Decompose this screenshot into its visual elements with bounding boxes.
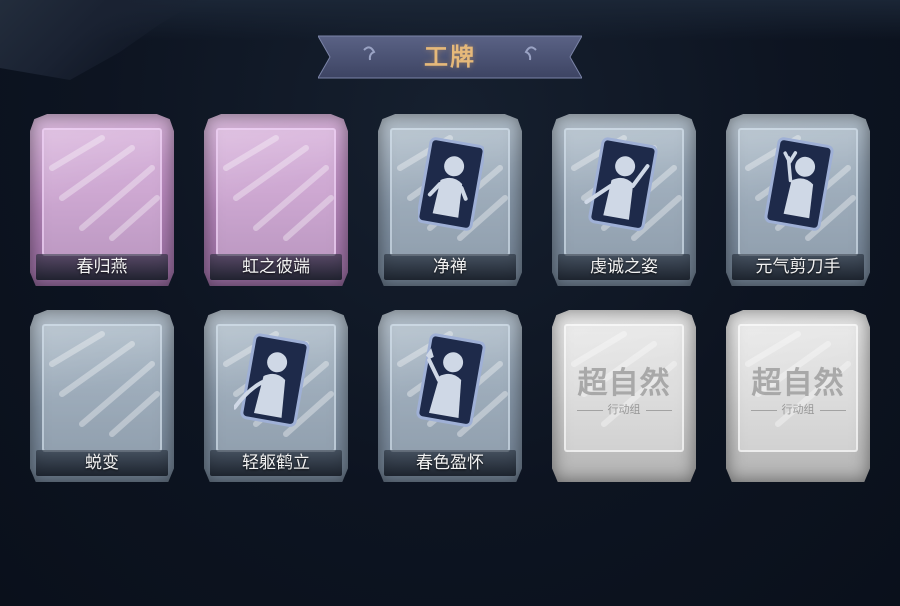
badge-card-8[interactable]: 春色盈怀 [378,310,522,482]
badge-card-10[interactable]: 超自然 行动组 [726,310,870,482]
page-title: 工牌 [424,43,476,71]
card-label: 虔诚之姿 [590,257,658,277]
figure-card-icon [764,137,834,231]
badge-card-3[interactable]: 净禅 [378,114,522,286]
card-label: 轻躯鹤立 [242,453,310,473]
card-label: 蜕变 [85,453,119,473]
card-label: 春色盈怀 [416,453,484,473]
logo-title: 超自然 [577,366,671,401]
badge-card-5[interactable]: 元气剪刀手 [726,114,870,286]
card-label: 春归燕 [76,257,128,277]
badge-card-2[interactable]: 虹之彼端 [204,114,348,286]
figure-card-icon [418,137,484,231]
scratch-texture-icon [49,135,160,241]
badge-card-7[interactable]: 轻躯鹤立 [204,310,348,482]
supernatural-logo: 超自然 行动组 [560,366,688,436]
figure-card-icon [234,333,310,427]
badge-card-4[interactable]: 虔诚之姿 [552,114,696,286]
badge-collection-screen: 工牌 春归燕 虹之彼端 净禅 虔诚之姿 元气剪刀手 蜕变 轻躯鹤立 春色盈怀 超… [0,0,900,606]
supernatural-logo: 超自然 行动组 [734,366,862,436]
figure-card-icon [416,333,486,427]
top-left-ornament [0,0,200,80]
logo-subtitle: 行动组 [734,402,862,418]
badge-card-9[interactable]: 超自然 行动组 [552,310,696,482]
figure-card-icon [584,137,658,231]
scratch-texture-icon [223,135,334,241]
logo-title: 超自然 [751,366,845,401]
card-label: 元气剪刀手 [755,257,841,277]
title-banner: 工牌 [318,34,582,80]
logo-subtitle: 行动组 [560,402,688,418]
badge-card-6[interactable]: 蜕变 [30,310,174,482]
scratch-texture-icon [49,331,160,437]
badge-card-1[interactable]: 春归燕 [30,114,174,286]
card-label: 虹之彼端 [242,257,310,277]
card-label: 净禅 [433,257,467,277]
